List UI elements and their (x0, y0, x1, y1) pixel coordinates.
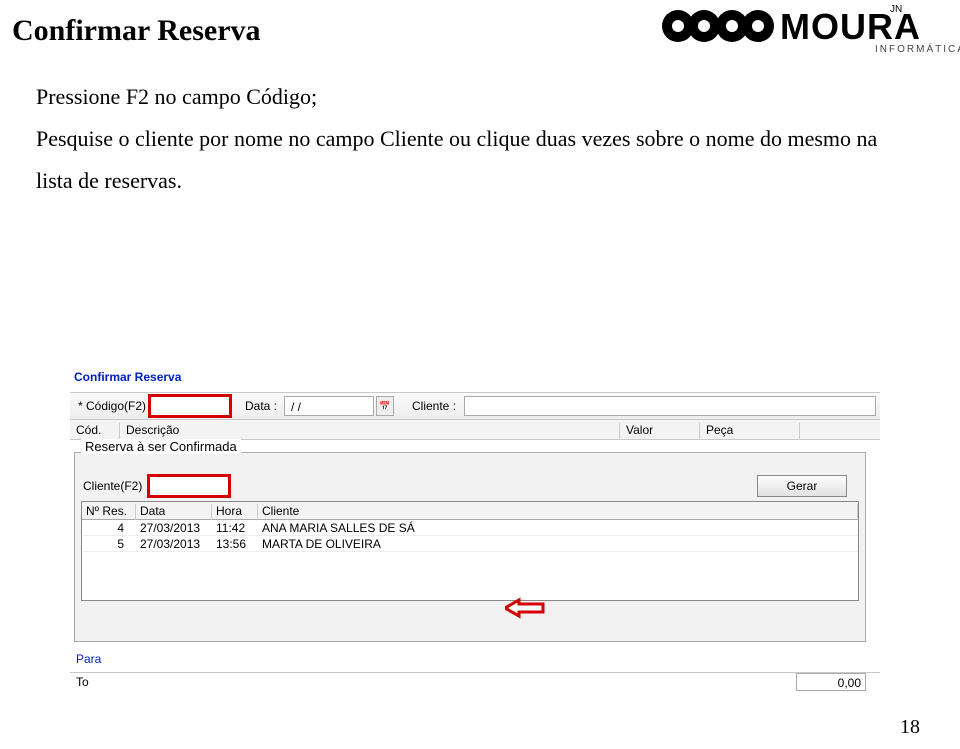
page-number: 18 (900, 716, 920, 739)
bullet-2: Pesquise o cliente por nome no campo Cli… (36, 126, 877, 193)
codigo-input[interactable] (150, 396, 230, 416)
col-cliente: Cliente (258, 504, 858, 520)
logo-subtext: INFORMÁTICA (875, 44, 960, 55)
calendar-icon[interactable]: 📅 (376, 396, 394, 416)
check-icon: ✓ (12, 123, 36, 157)
bullet-1: Pressione F2 no campo Código; (36, 84, 317, 109)
to-label: To (76, 675, 89, 689)
col-cod: Cód. (70, 423, 120, 440)
top-field-row: * Código(F2) Data : / / 📅 Cliente : (70, 392, 880, 420)
data-input[interactable]: / / (284, 396, 374, 416)
cliente-input[interactable] (464, 396, 876, 416)
reserva-frame: Reserva à ser Confirmada Cliente(F2) Ger… (74, 452, 866, 642)
reserva-frame-title: Reserva à ser Confirmada (81, 439, 241, 454)
table-row[interactable]: 5 27/03/2013 13:56 MARTA DE OLIVEIRA (82, 536, 858, 552)
app-screenshot: Confirmar Reserva * Código(F2) Data : / … (70, 370, 880, 690)
logo-symbol (660, 4, 775, 49)
pointer-arrow-icon (505, 597, 545, 619)
total-value: 0,00 (796, 673, 866, 691)
footer-row: To 0,00 (70, 672, 880, 692)
clientef2-input[interactable] (149, 476, 229, 496)
reserva-table: Nº Res. Data Hora Cliente 4 27/03/2013 1… (81, 501, 859, 601)
clientef2-label: Cliente(F2) (83, 479, 142, 493)
cliente-label: Cliente : (412, 399, 456, 413)
frame-title: Confirmar Reserva (74, 370, 181, 384)
col-peca: Peça (700, 423, 800, 440)
para-label: Para (76, 652, 101, 666)
check-icon: ✓ (12, 81, 36, 115)
gerar-button[interactable]: Gerar (757, 475, 847, 497)
col-nres: Nº Res. (82, 504, 136, 520)
col-desc: Descrição (120, 423, 620, 440)
instruction-list: ✓Pressione F2 no campo Código; ✓Pesquise… (0, 76, 960, 201)
col-valor: Valor (620, 423, 700, 440)
col-data: Data (136, 504, 212, 520)
table-row[interactable]: 4 27/03/2013 11:42 ANA MARIA SALLES DE S… (82, 520, 858, 536)
brand-logo: MOURA JN INFORMÁTICA (660, 4, 920, 59)
data-label: Data : (245, 399, 277, 413)
logo-jn: JN (890, 4, 902, 15)
col-hora: Hora (212, 504, 258, 520)
codigo-label: * Código(F2) (78, 399, 146, 413)
detail-header: Cód. Descrição Valor Peça (70, 420, 880, 440)
